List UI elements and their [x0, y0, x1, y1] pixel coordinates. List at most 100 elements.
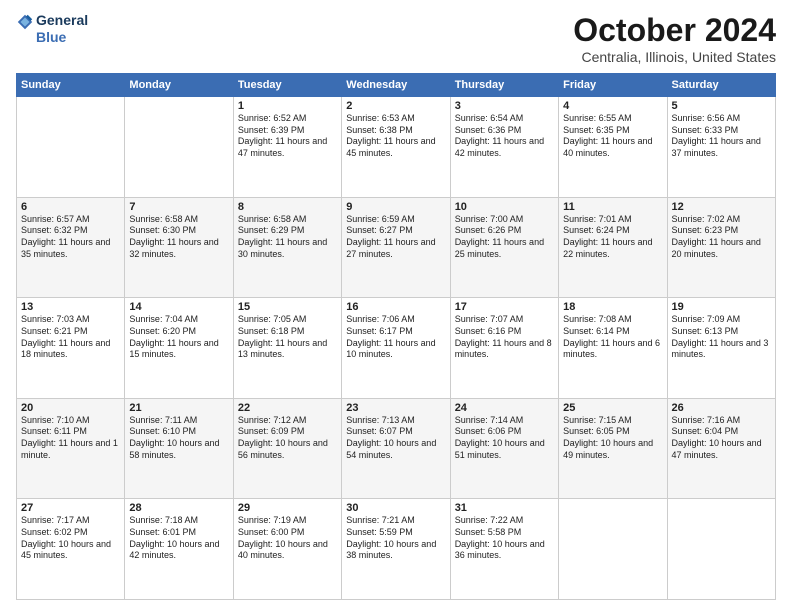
day-number: 30 [346, 502, 445, 514]
day-info: Sunrise: 7:02 AM [672, 214, 771, 226]
calendar-day-cell: 3Sunrise: 6:54 AMSunset: 6:36 PMDaylight… [450, 97, 558, 198]
day-number: 22 [238, 402, 337, 414]
day-info: Daylight: 11 hours and 1 minute. [21, 438, 120, 461]
day-info: Sunset: 5:58 PM [455, 527, 554, 539]
day-info: Sunrise: 7:19 AM [238, 515, 337, 527]
page-subtitle: Centralia, Illinois, United States [573, 49, 776, 65]
day-info: Daylight: 10 hours and 54 minutes. [346, 438, 445, 461]
page-title: October 2024 [573, 12, 776, 49]
day-info: Sunset: 6:18 PM [238, 326, 337, 338]
day-info: Daylight: 10 hours and 38 minutes. [346, 539, 445, 562]
calendar-day-cell [559, 499, 667, 600]
day-info: Sunset: 6:39 PM [238, 125, 337, 137]
calendar-day-cell: 11Sunrise: 7:01 AMSunset: 6:24 PMDayligh… [559, 197, 667, 298]
day-number: 21 [129, 402, 228, 414]
day-info: Daylight: 10 hours and 47 minutes. [672, 438, 771, 461]
day-info: Daylight: 10 hours and 58 minutes. [129, 438, 228, 461]
calendar-day-cell: 25Sunrise: 7:15 AMSunset: 6:05 PMDayligh… [559, 398, 667, 499]
day-info: Sunset: 6:05 PM [563, 426, 662, 438]
calendar-day-cell: 2Sunrise: 6:53 AMSunset: 6:38 PMDaylight… [342, 97, 450, 198]
calendar-header-row: SundayMondayTuesdayWednesdayThursdayFrid… [17, 74, 776, 97]
day-info: Sunrise: 6:59 AM [346, 214, 445, 226]
day-info: Sunset: 6:09 PM [238, 426, 337, 438]
calendar-week-row: 27Sunrise: 7:17 AMSunset: 6:02 PMDayligh… [17, 499, 776, 600]
day-number: 4 [563, 100, 662, 112]
day-info: Sunrise: 7:13 AM [346, 415, 445, 427]
calendar-day-header: Saturday [667, 74, 775, 97]
day-info: Sunrise: 7:05 AM [238, 314, 337, 326]
day-info: Sunrise: 7:03 AM [21, 314, 120, 326]
day-number: 31 [455, 502, 554, 514]
day-info: Sunrise: 6:58 AM [129, 214, 228, 226]
day-info: Daylight: 11 hours and 6 minutes. [563, 338, 662, 361]
day-info: Daylight: 11 hours and 3 minutes. [672, 338, 771, 361]
day-info: Daylight: 11 hours and 45 minutes. [346, 136, 445, 159]
day-info: Sunrise: 7:09 AM [672, 314, 771, 326]
day-info: Sunset: 6:04 PM [672, 426, 771, 438]
calendar-day-cell: 10Sunrise: 7:00 AMSunset: 6:26 PMDayligh… [450, 197, 558, 298]
day-info: Sunset: 6:00 PM [238, 527, 337, 539]
day-number: 10 [455, 201, 554, 213]
logo-text: General Blue [36, 12, 88, 46]
day-info: Daylight: 11 hours and 13 minutes. [238, 338, 337, 361]
calendar-week-row: 20Sunrise: 7:10 AMSunset: 6:11 PMDayligh… [17, 398, 776, 499]
day-info: Sunset: 6:26 PM [455, 225, 554, 237]
calendar-day-cell: 13Sunrise: 7:03 AMSunset: 6:21 PMDayligh… [17, 298, 125, 399]
calendar-day-cell: 16Sunrise: 7:06 AMSunset: 6:17 PMDayligh… [342, 298, 450, 399]
calendar-day-cell: 22Sunrise: 7:12 AMSunset: 6:09 PMDayligh… [233, 398, 341, 499]
calendar-day-cell: 17Sunrise: 7:07 AMSunset: 6:16 PMDayligh… [450, 298, 558, 399]
day-info: Daylight: 11 hours and 32 minutes. [129, 237, 228, 260]
day-number: 11 [563, 201, 662, 213]
day-number: 6 [21, 201, 120, 213]
day-number: 16 [346, 301, 445, 313]
calendar-day-cell: 9Sunrise: 6:59 AMSunset: 6:27 PMDaylight… [342, 197, 450, 298]
day-info: Sunrise: 7:04 AM [129, 314, 228, 326]
calendar-day-cell: 31Sunrise: 7:22 AMSunset: 5:58 PMDayligh… [450, 499, 558, 600]
day-number: 12 [672, 201, 771, 213]
day-info: Daylight: 11 hours and 30 minutes. [238, 237, 337, 260]
day-info: Sunset: 6:27 PM [346, 225, 445, 237]
calendar-day-header: Thursday [450, 74, 558, 97]
day-info: Daylight: 10 hours and 51 minutes. [455, 438, 554, 461]
day-info: Daylight: 10 hours and 56 minutes. [238, 438, 337, 461]
day-number: 17 [455, 301, 554, 313]
day-info: Sunset: 6:17 PM [346, 326, 445, 338]
day-number: 26 [672, 402, 771, 414]
calendar-day-cell: 26Sunrise: 7:16 AMSunset: 6:04 PMDayligh… [667, 398, 775, 499]
day-number: 27 [21, 502, 120, 514]
day-info: Sunset: 6:10 PM [129, 426, 228, 438]
day-info: Sunset: 5:59 PM [346, 527, 445, 539]
day-number: 19 [672, 301, 771, 313]
day-info: Sunrise: 6:52 AM [238, 113, 337, 125]
day-number: 13 [21, 301, 120, 313]
day-info: Sunset: 6:13 PM [672, 326, 771, 338]
day-number: 24 [455, 402, 554, 414]
header: General Blue October 2024 Centralia, Ill… [16, 12, 776, 65]
calendar-day-cell: 12Sunrise: 7:02 AMSunset: 6:23 PMDayligh… [667, 197, 775, 298]
day-info: Sunrise: 6:56 AM [672, 113, 771, 125]
day-info: Sunrise: 6:53 AM [346, 113, 445, 125]
calendar-day-cell [125, 97, 233, 198]
day-info: Sunrise: 6:55 AM [563, 113, 662, 125]
day-info: Sunrise: 7:01 AM [563, 214, 662, 226]
calendar-day-cell [17, 97, 125, 198]
calendar-day-cell: 18Sunrise: 7:08 AMSunset: 6:14 PMDayligh… [559, 298, 667, 399]
day-info: Sunrise: 7:16 AM [672, 415, 771, 427]
day-info: Sunset: 6:01 PM [129, 527, 228, 539]
calendar-day-header: Wednesday [342, 74, 450, 97]
day-info: Sunrise: 7:14 AM [455, 415, 554, 427]
calendar-day-cell: 15Sunrise: 7:05 AMSunset: 6:18 PMDayligh… [233, 298, 341, 399]
day-info: Sunset: 6:24 PM [563, 225, 662, 237]
day-info: Sunset: 6:16 PM [455, 326, 554, 338]
day-info: Sunrise: 7:08 AM [563, 314, 662, 326]
day-info: Sunrise: 7:22 AM [455, 515, 554, 527]
day-info: Sunset: 6:14 PM [563, 326, 662, 338]
page: General Blue October 2024 Centralia, Ill… [0, 0, 792, 612]
day-info: Daylight: 11 hours and 42 minutes. [455, 136, 554, 159]
calendar-day-cell: 20Sunrise: 7:10 AMSunset: 6:11 PMDayligh… [17, 398, 125, 499]
day-info: Sunset: 6:21 PM [21, 326, 120, 338]
day-number: 20 [21, 402, 120, 414]
calendar-day-cell: 8Sunrise: 6:58 AMSunset: 6:29 PMDaylight… [233, 197, 341, 298]
calendar-day-cell: 24Sunrise: 7:14 AMSunset: 6:06 PMDayligh… [450, 398, 558, 499]
day-info: Sunrise: 7:06 AM [346, 314, 445, 326]
